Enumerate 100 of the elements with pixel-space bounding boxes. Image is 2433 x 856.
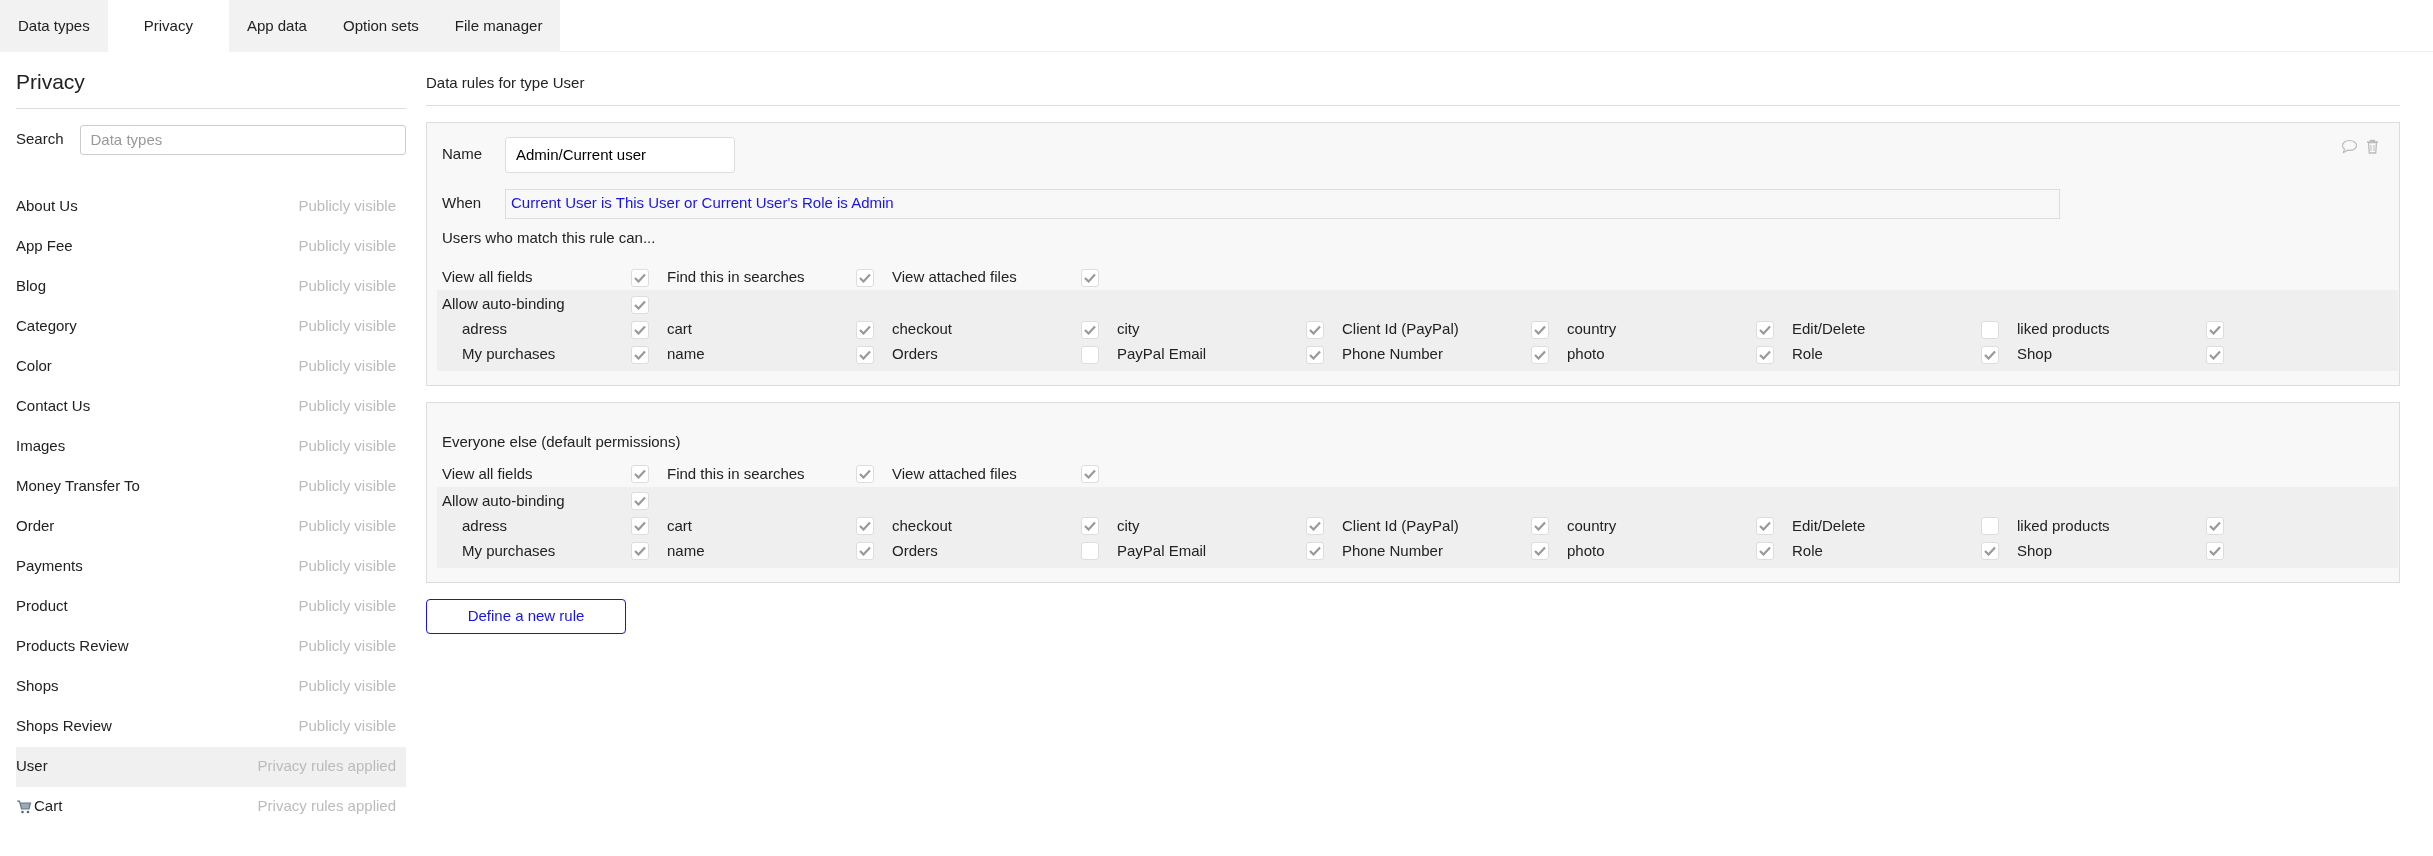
checkbox[interactable] [856,542,874,560]
checkbox[interactable] [631,542,649,560]
checkbox[interactable] [1081,517,1099,535]
checkbox[interactable] [2206,517,2224,535]
visibility-status: Publicly visible [298,196,396,217]
field-label: Shop [2017,344,2053,365]
data-type-item[interactable]: Money Transfer To Publicly visible [16,466,406,507]
data-type-item[interactable]: Product Publicly visible [16,586,406,627]
checkbox[interactable] [856,345,874,364]
checkbox[interactable] [631,268,649,287]
data-type-name: Cart [34,796,63,817]
checkbox[interactable] [856,268,874,287]
checkbox[interactable] [631,517,649,535]
checkbox[interactable] [1081,465,1099,483]
checkbox[interactable] [1306,542,1324,560]
tab[interactable]: App data [228,0,325,52]
checkbox[interactable] [1981,320,1999,339]
checkbox[interactable] [2206,542,2224,560]
data-type-name: App Fee [16,236,73,257]
search-field[interactable]: Data types [79,124,406,155]
checkbox[interactable] [1081,320,1099,339]
field-label: liked products [2017,515,2110,536]
define-rule-button[interactable]: Define a new rule [426,598,626,634]
checkbox[interactable] [1981,345,1999,364]
checkbox[interactable] [1981,517,1999,535]
data-type-item[interactable]: Shops Publicly visible [16,666,406,707]
field-label: View attached files [892,267,1017,288]
search-label: Search [16,129,64,150]
visibility-status: Publicly visible [298,716,396,737]
field-label: city [1117,515,1140,536]
checkbox[interactable] [1306,320,1324,339]
checkbox[interactable] [1306,345,1324,364]
field-label: Phone Number [1342,344,1443,365]
data-type-item[interactable]: Color Publicly visible [16,346,406,387]
visibility-status: Publicly visible [298,236,396,257]
name-field[interactable]: Admin/Current user [505,136,735,173]
tab[interactable]: Option sets [324,0,437,52]
checkbox[interactable] [1531,542,1549,560]
data-type-name: Products Review [16,636,129,657]
visibility-status: Privacy rules applied [257,796,396,817]
checkbox[interactable] [631,320,649,339]
checkbox[interactable] [1981,542,1999,560]
field-label: My purchases [462,344,556,365]
data-type-item[interactable]: Contact Us Publicly visible [16,386,406,427]
checkbox[interactable] [856,320,874,339]
checkbox[interactable] [1756,542,1774,560]
checkbox[interactable] [631,465,649,483]
checkbox[interactable] [856,517,874,535]
data-type-item[interactable]: Payments Publicly visible [16,546,406,587]
checkbox[interactable] [1756,517,1774,535]
rule-description: Users who match this rule can... [442,227,657,248]
checkbox[interactable] [631,492,649,510]
visibility-status: Publicly visible [298,596,396,617]
rule-description: Everyone else (default permissions) [442,432,682,452]
comment-icon[interactable] [2341,138,2358,154]
field-label: adress [462,515,508,536]
checkbox[interactable] [1081,268,1099,287]
checkbox[interactable] [1081,345,1099,364]
data-type-name: Payments [16,556,83,577]
condition-field[interactable]: Current User is This User or Current User's Role is Admin [505,188,2060,219]
visibility-status: Publicly visible [298,516,396,537]
checkbox[interactable] [2206,345,2224,364]
checkbox[interactable] [1531,345,1549,364]
data-type-item[interactable]: Cart Privacy rules applied [16,786,406,827]
data-type-item[interactable]: About Us Publicly visible [16,186,406,227]
field-label: checkout [892,319,953,340]
trash-icon[interactable] [2366,138,2379,154]
field-label: cart [667,319,692,340]
name-label: Name [442,144,483,165]
data-type-item[interactable]: Images Publicly visible [16,426,406,467]
checkbox[interactable] [2206,320,2224,339]
checkbox[interactable] [1756,320,1774,339]
data-type-name: Product [16,596,68,617]
tab[interactable]: File manager [436,0,561,52]
checkbox[interactable] [631,295,649,314]
data-type-name: User [16,756,48,777]
field-label: country [1567,515,1617,536]
when-label: When [442,193,483,214]
checkbox[interactable] [1081,542,1099,560]
data-type-item[interactable]: Category Publicly visible [16,306,406,347]
data-type-name: Money Transfer To [16,476,140,497]
data-type-item[interactable]: Order Publicly visible [16,506,406,547]
tab[interactable]: Data types [0,0,108,52]
section-heading: Data rules for type User [426,52,2400,106]
checkbox[interactable] [856,465,874,483]
checkbox[interactable] [1531,320,1549,339]
checkbox[interactable] [1531,517,1549,535]
checkbox[interactable] [1756,345,1774,364]
field-label: Role [1792,344,1823,365]
checkbox[interactable] [1306,517,1324,535]
field-label: Phone Number [1342,540,1443,561]
data-type-item[interactable]: Blog Publicly visible [16,266,406,307]
visibility-status: Publicly visible [298,476,396,497]
checkbox[interactable] [631,345,649,364]
data-type-item[interactable]: Shops Review Publicly visible [16,706,406,747]
data-type-item[interactable]: App Fee Publicly visible [16,226,406,267]
field-label: photo [1567,540,1605,561]
visibility-status: Publicly visible [298,676,396,697]
data-type-item[interactable]: Products Review Publicly visible [16,626,406,667]
cart-icon [16,799,32,814]
